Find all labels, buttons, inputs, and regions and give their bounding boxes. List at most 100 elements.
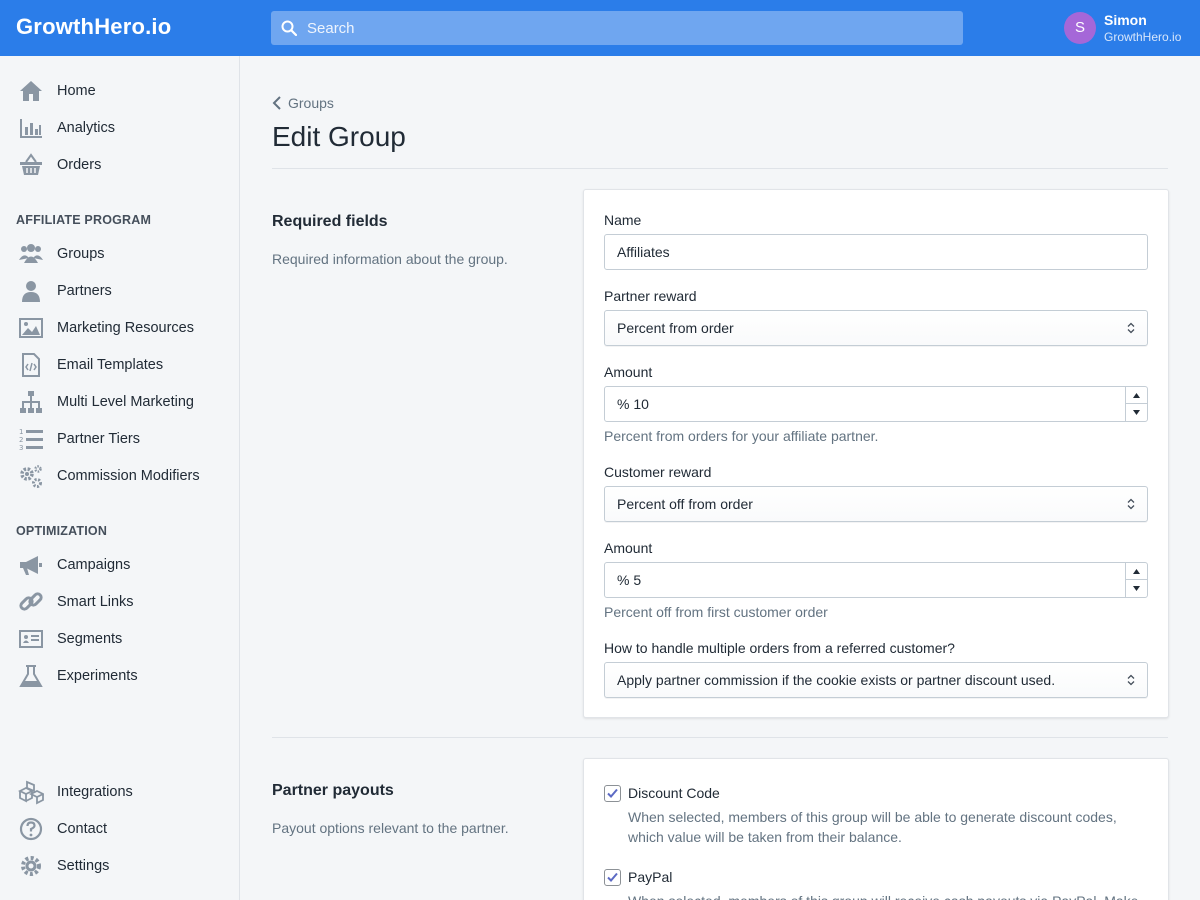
sidebar-item-partners[interactable]: Partners <box>0 275 239 307</box>
name-field[interactable]: Affiliates <box>604 234 1148 270</box>
sitemap-icon <box>20 391 42 413</box>
paypal-checkbox[interactable] <box>604 869 621 886</box>
sidebar-item-label: Integrations <box>57 784 133 800</box>
app-logo[interactable]: GrowthHero.io <box>16 14 171 40</box>
sidebar-item-groups[interactable]: Groups <box>0 238 239 270</box>
customer-reward-select[interactable]: Percent off from order <box>604 486 1148 522</box>
discount-code-help: When selected, members of this group wil… <box>628 809 1117 845</box>
customer-amount-field[interactable]: % 5 <box>604 562 1148 598</box>
partner-reward-label: Partner reward <box>604 288 697 304</box>
sidebar-item-label: Smart Links <box>57 594 134 610</box>
person-icon <box>22 281 40 302</box>
select-arrows-icon <box>1127 322 1135 334</box>
sidebar-item-label: Settings <box>57 858 110 874</box>
customer-reward-value: Percent off from order <box>617 496 753 512</box>
page-title: Edit Group <box>272 121 406 152</box>
multiple-orders-value: Apply partner commission if the cookie e… <box>617 672 1056 688</box>
partner-amount-field[interactable]: % 10 <box>604 386 1148 422</box>
sidebar: Home Analytics Orders AFFILIATE PROGRAM … <box>0 56 240 900</box>
discount-code-label[interactable]: Discount Code <box>628 785 720 801</box>
section-description-payouts: Payout options relevant to the partner. <box>272 820 509 836</box>
chevron-left-icon <box>272 96 281 110</box>
basket-icon <box>20 153 42 175</box>
avatar[interactable]: S <box>1064 12 1096 44</box>
partner-amount-value: % 10 <box>617 396 649 412</box>
gears-icon <box>20 465 42 488</box>
sidebar-item-label: Groups <box>57 246 105 262</box>
gear-icon <box>21 856 41 876</box>
sidebar-item-partner-tiers[interactable]: 123 Partner Tiers <box>0 423 239 455</box>
sidebar-item-label: Segments <box>57 631 123 647</box>
divider <box>272 168 1168 169</box>
sidebar-item-campaigns[interactable]: Campaigns <box>0 549 239 581</box>
section-heading-payouts: Partner payouts <box>272 782 394 799</box>
stepper-down-button[interactable] <box>1126 580 1147 597</box>
sidebar-item-label: Partners <box>57 283 112 299</box>
stepper-down-button[interactable] <box>1126 404 1147 421</box>
sidebar-item-email-templates[interactable]: Email Templates <box>0 349 239 381</box>
sidebar-item-label: Orders <box>57 157 102 173</box>
id-card-icon <box>19 630 43 648</box>
image-icon <box>19 318 43 338</box>
sidebar-item-experiments[interactable]: Experiments <box>0 660 239 692</box>
paypal-label[interactable]: PayPal <box>628 869 672 885</box>
quantity-stepper <box>1125 387 1147 421</box>
search-placeholder: Search <box>307 20 355 37</box>
multiple-orders-select[interactable]: Apply partner commission if the cookie e… <box>604 662 1148 698</box>
sidebar-item-commission-modifiers[interactable]: Commission Modifiers <box>0 460 239 492</box>
sidebar-item-home[interactable]: Home <box>0 75 239 107</box>
sidebar-item-label: Commission Modifiers <box>57 468 200 484</box>
customer-amount-help: Percent off from first customer order <box>604 604 828 620</box>
sidebar-item-analytics[interactable]: Analytics <box>0 112 239 144</box>
sidebar-item-label: Experiments <box>57 668 138 684</box>
svg-text:1: 1 <box>19 428 23 436</box>
multiple-orders-label: How to handle multiple orders from a ref… <box>604 640 955 656</box>
partner-amount-help: Percent from orders for your affiliate p… <box>604 428 879 444</box>
numbered-list-icon: 123 <box>19 428 43 452</box>
sidebar-item-label: Multi Level Marketing <box>57 394 194 410</box>
sidebar-item-label: Contact <box>57 821 107 837</box>
select-arrows-icon <box>1127 498 1135 510</box>
divider <box>272 737 1168 738</box>
partner-reward-value: Percent from order <box>617 320 734 336</box>
sidebar-item-segments[interactable]: Segments <box>0 623 239 655</box>
question-icon <box>19 817 43 841</box>
sidebar-item-label: Home <box>57 83 96 99</box>
user-org: GrowthHero.io <box>1104 30 1182 44</box>
discount-code-checkbox[interactable] <box>604 785 621 802</box>
sidebar-item-contact[interactable]: Contact <box>0 813 239 845</box>
bar-chart-icon <box>20 119 42 138</box>
stepper-up-button[interactable] <box>1126 563 1147 580</box>
amount-label: Amount <box>604 364 653 380</box>
sidebar-item-multi-level-marketing[interactable]: Multi Level Marketing <box>0 386 239 418</box>
sidebar-item-settings[interactable]: Settings <box>0 850 239 882</box>
cubes-icon <box>18 780 44 805</box>
search-icon <box>281 20 297 36</box>
sidebar-item-marketing-resources[interactable]: Marketing Resources <box>0 312 239 344</box>
sidebar-item-orders[interactable]: Orders <box>0 149 239 181</box>
section-title-affiliate: AFFILIATE PROGRAM <box>16 213 152 227</box>
link-icon <box>19 592 43 611</box>
name-label: Name <box>604 212 642 228</box>
caret-up-icon <box>1133 569 1140 574</box>
svg-text:3: 3 <box>19 444 23 452</box>
caret-down-icon <box>1133 410 1140 415</box>
paypal-help: When selected, members of this group wil… <box>628 891 1148 900</box>
sidebar-item-smart-links[interactable]: Smart Links <box>0 586 239 618</box>
megaphone-icon <box>20 556 42 575</box>
sidebar-item-label: Campaigns <box>57 557 131 573</box>
customer-amount-value: % 5 <box>617 572 642 588</box>
partner-reward-select[interactable]: Percent from order <box>604 310 1148 346</box>
sidebar-item-integrations[interactable]: Integrations <box>0 776 239 808</box>
top-bar: GrowthHero.io Search S Simon GrowthHero.… <box>0 0 1200 56</box>
search-input[interactable]: Search <box>271 11 963 45</box>
sidebar-item-label: Email Templates <box>57 357 164 373</box>
stepper-up-button[interactable] <box>1126 387 1147 404</box>
breadcrumb-label: Groups <box>288 95 334 111</box>
name-value: Affiliates <box>617 244 670 260</box>
amount-label: Amount <box>604 540 653 556</box>
caret-down-icon <box>1133 586 1140 591</box>
user-name[interactable]: Simon <box>1104 12 1147 28</box>
select-arrows-icon <box>1127 674 1135 686</box>
section-description-required: Required information about the group. <box>272 251 508 267</box>
